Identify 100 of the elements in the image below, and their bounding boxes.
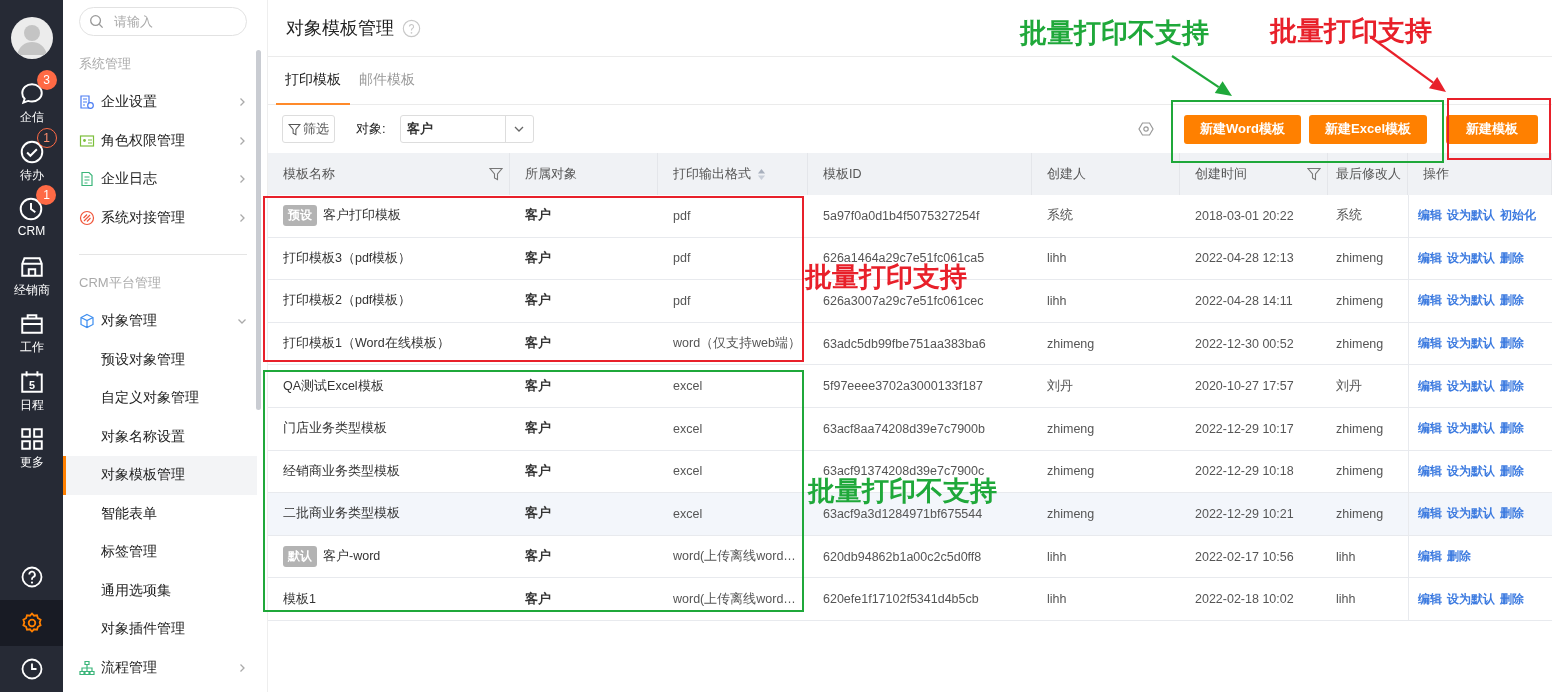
menu-item[interactable]: 自定义对象管理 — [63, 379, 257, 418]
tab[interactable]: 邮件模板 — [350, 57, 424, 105]
new-template-button[interactable]: 新建Excel模板 — [1309, 114, 1427, 144]
table-cell: excel — [673, 464, 703, 479]
action-link[interactable]: 编辑 — [1418, 207, 1442, 225]
action-link[interactable]: 编辑 — [1418, 462, 1442, 480]
action-link[interactable]: 编辑 — [1418, 590, 1442, 608]
action-link[interactable]: 编辑 — [1418, 249, 1442, 267]
action-link[interactable]: 设为默认 — [1447, 335, 1495, 353]
column-header: 模板ID — [823, 165, 862, 183]
rail-label[interactable]: 更多 — [19, 454, 44, 471]
action-link[interactable]: 编辑 — [1418, 292, 1442, 310]
action-link[interactable]: 删除 — [1500, 377, 1524, 395]
action-link[interactable]: 删除 — [1500, 590, 1524, 608]
action-link[interactable]: 初始化 — [1500, 207, 1536, 225]
table-cell: 2022-12-29 10:21 — [1195, 506, 1294, 521]
menu-item[interactable]: 企业日志 — [79, 160, 247, 199]
action-link[interactable]: 删除 — [1500, 420, 1524, 438]
menu-item[interactable]: 预设对象管理 — [63, 340, 257, 379]
help-icon — [19, 565, 44, 589]
rail-button[interactable] — [0, 600, 63, 646]
annotation-label: 批量打印支持 — [805, 264, 967, 291]
action-link[interactable]: 删除 — [1447, 548, 1471, 566]
table-cell: lihh — [1336, 549, 1356, 564]
table-cell: 门店业务类型模板 — [283, 420, 387, 438]
clock-icon[interactable] — [18, 196, 45, 222]
column-header: 所属对象 — [525, 165, 577, 183]
funnel-icon[interactable] — [1307, 167, 1321, 181]
briefcase-icon[interactable] — [18, 311, 45, 337]
action-link[interactable]: 删除 — [1500, 335, 1524, 353]
menu-item[interactable]: 对象名称设置 — [63, 417, 257, 456]
action-link[interactable]: 编辑 — [1418, 335, 1442, 353]
chat-icon[interactable] — [18, 81, 45, 107]
menu-item[interactable]: 对象插件管理 — [63, 610, 257, 649]
action-link[interactable]: 删除 — [1500, 249, 1524, 267]
document-icon — [79, 171, 95, 188]
page-title: 对象模板管理 — [286, 17, 394, 40]
building-icon — [79, 94, 95, 111]
action-link[interactable]: 删除 — [1500, 505, 1524, 523]
chevron-right-icon — [237, 135, 247, 146]
table-cell: zhimeng — [1336, 506, 1384, 521]
tag: 默认 — [283, 546, 317, 568]
rail-label[interactable]: 工作 — [19, 339, 44, 356]
table-cell: word(上传离线word… — [673, 548, 796, 566]
table-cell: lihh — [1047, 549, 1067, 564]
menu-item[interactable]: 智能表单 — [63, 494, 257, 533]
menu-item[interactable]: 对象管理 — [79, 302, 247, 341]
action-link[interactable]: 设为默认 — [1447, 590, 1495, 608]
action-link[interactable]: 设为默认 — [1447, 420, 1495, 438]
grid-icon[interactable] — [18, 426, 45, 452]
column-header: 最后修改人 — [1336, 165, 1401, 183]
table-cell: zhimeng — [1047, 506, 1095, 521]
rail-label[interactable]: CRM — [17, 224, 46, 238]
menu-item[interactable]: 对象模板管理 — [63, 456, 257, 495]
rail-label[interactable]: 经销商 — [13, 281, 50, 299]
rail-label[interactable]: 日程 — [19, 396, 44, 414]
check-circle-icon[interactable] — [18, 138, 45, 165]
tab[interactable]: 打印模板 — [276, 57, 350, 105]
scrollbar[interactable] — [256, 50, 261, 410]
menu-item[interactable]: 流程管理 — [79, 648, 247, 687]
action-link[interactable]: 设为默认 — [1447, 462, 1495, 480]
table-cell: 5a97f0a0d1b4f5075327254f — [823, 208, 980, 223]
menu-item[interactable]: 角色权限管理 — [79, 121, 247, 160]
action-link[interactable]: 设为默认 — [1447, 249, 1495, 267]
menu-item[interactable]: 标签管理 — [63, 533, 257, 572]
table-cell: zhimeng — [1336, 464, 1384, 479]
action-link[interactable]: 编辑 — [1418, 505, 1442, 523]
new-template-button[interactable]: 新建模板 — [1446, 114, 1538, 144]
action-link[interactable]: 设为默认 — [1447, 292, 1495, 310]
menu-item[interactable]: 企业设置 — [79, 83, 247, 122]
object-select[interactable]: 客户 — [399, 115, 534, 143]
filter-button[interactable]: 筛选 — [282, 115, 335, 143]
rail-label[interactable]: 企信 — [19, 109, 44, 126]
menu-item[interactable]: 通用选项集 — [63, 571, 257, 610]
table-cell: 刘丹 — [1047, 377, 1073, 395]
new-template-button[interactable]: 新建Word模板 — [1184, 114, 1301, 144]
table-cell: 63acf8aa74208d39e7c7900b — [823, 421, 985, 436]
table-cell: 2022-02-18 10:02 — [1195, 592, 1294, 607]
action-link[interactable]: 设为默认 — [1447, 505, 1495, 523]
action-link[interactable]: 编辑 — [1418, 420, 1442, 438]
chevron-right-icon — [237, 97, 247, 108]
action-link[interactable]: 设为默认 — [1447, 377, 1495, 395]
table-cell: word（仅支持web端） — [673, 335, 802, 353]
action-link[interactable]: 编辑 — [1418, 548, 1442, 566]
action-link[interactable]: 设为默认 — [1447, 207, 1495, 225]
action-link[interactable]: 编辑 — [1418, 377, 1442, 395]
menu-item[interactable]: 系统对接管理 — [79, 198, 247, 237]
rail-label[interactable]: 待办 — [19, 166, 44, 184]
table-cell: 打印模板3（pdf模板） — [283, 249, 412, 267]
settings-icon — [19, 611, 44, 635]
table-cell: 客户 — [525, 420, 551, 438]
avatar[interactable] — [10, 17, 53, 59]
action-link[interactable]: 删除 — [1500, 292, 1524, 310]
table-cell: 客户 — [525, 249, 551, 267]
action-link[interactable]: 删除 — [1500, 462, 1524, 480]
funnel-icon[interactable] — [489, 167, 503, 181]
settings-icon[interactable] — [1138, 121, 1155, 137]
search-field[interactable]: 请输入 — [79, 7, 247, 36]
column-header: 创建人 — [1047, 165, 1086, 183]
search-icon — [89, 14, 104, 29]
